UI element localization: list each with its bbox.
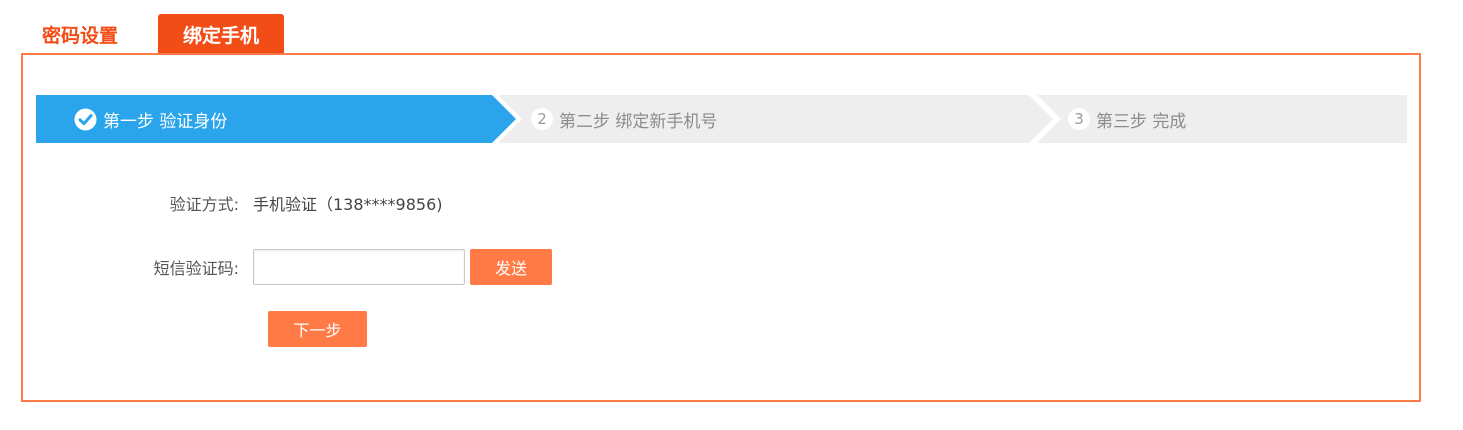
step-bind-new-phone: 2 第二步 绑定新手机号 (531, 95, 717, 143)
step-3-number: 3 (1068, 108, 1090, 130)
sms-code-label: 短信验证码: (153, 259, 239, 278)
sms-code-row: 短信验证码: 发送 (23, 248, 552, 286)
tab-password-settings[interactable]: 密码设置 (22, 14, 150, 54)
verify-method-value: 手机验证（138****9856) (253, 195, 443, 214)
verify-method-row: 验证方式: 手机验证（138****9856) (23, 188, 443, 218)
next-step-button[interactable]: 下一步 (268, 311, 367, 347)
check-circle-icon (74, 108, 97, 131)
sms-code-input[interactable] (253, 249, 465, 285)
tab-bind-phone[interactable]: 绑定手机 (158, 14, 284, 54)
step-2-number: 2 (531, 108, 553, 130)
step-complete: 3 第三步 完成 (1068, 95, 1186, 143)
step-verify-identity: 第一步 验证身份 (74, 95, 227, 143)
verify-method-label: 验证方式: (169, 195, 239, 214)
next-step-row: 下一步 (23, 311, 367, 347)
step-2-label: 第二步 绑定新手机号 (559, 111, 718, 132)
bind-phone-page: 密码设置 绑定手机 第一步 验证身份 2 第二步 绑定新手机号 3 第三步 完成… (0, 0, 1463, 430)
step-progress-bar: 第一步 验证身份 2 第二步 绑定新手机号 3 第三步 完成 (36, 95, 1407, 143)
settings-tabs: 密码设置 绑定手机 (22, 14, 284, 54)
step-3-label: 第三步 完成 (1096, 111, 1187, 132)
step-1-label: 第一步 验证身份 (103, 111, 228, 132)
bind-phone-panel: 第一步 验证身份 2 第二步 绑定新手机号 3 第三步 完成 验证方式: 手机验… (21, 53, 1421, 402)
send-code-button[interactable]: 发送 (470, 249, 552, 285)
step-progress-background (36, 95, 1407, 143)
